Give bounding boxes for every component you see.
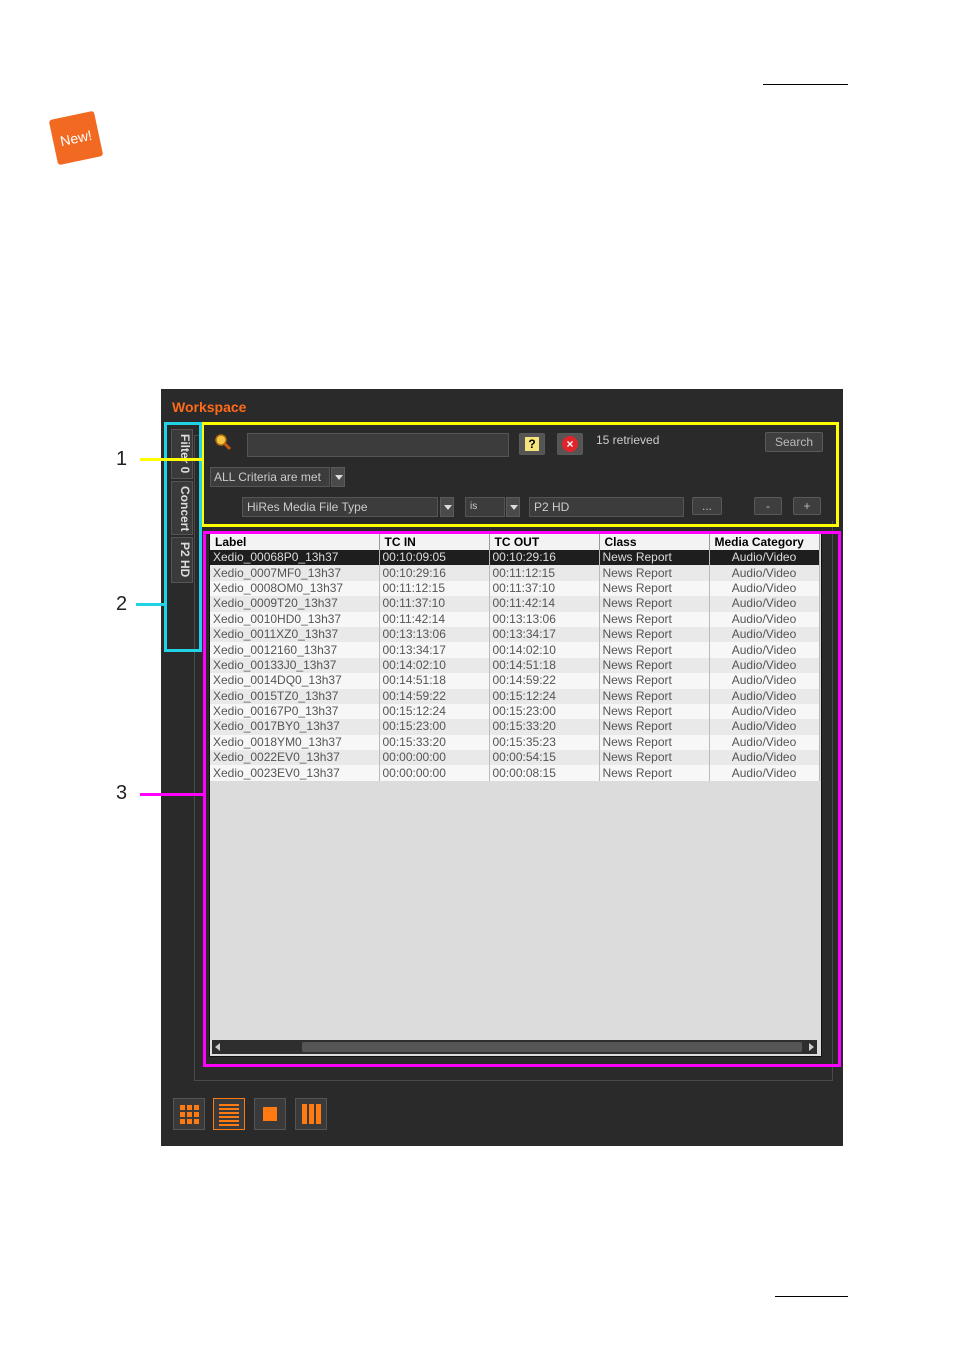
- callout-line-2: [136, 603, 166, 606]
- new-badge: New!: [48, 110, 104, 166]
- callout-frame-3: [203, 531, 841, 1067]
- callout-line-3: [140, 793, 205, 796]
- callout-line-1: [140, 458, 203, 461]
- list-view-icon[interactable]: [213, 1098, 245, 1130]
- workspace-title: Workspace: [172, 399, 247, 415]
- callout-number-2: 2: [116, 593, 128, 615]
- new-badge-label: New!: [58, 126, 94, 150]
- single-view-icon[interactable]: [254, 1098, 286, 1130]
- grid-view-icon[interactable]: [173, 1098, 205, 1130]
- footer-rule: [775, 1296, 848, 1297]
- callout-frame-1: [201, 422, 839, 527]
- callout-number-3: 3: [116, 782, 128, 804]
- callout-frame-2: [164, 422, 202, 652]
- header-rule: [763, 84, 848, 85]
- callout-number-1: 1: [116, 448, 128, 470]
- column-view-icon[interactable]: [295, 1098, 327, 1130]
